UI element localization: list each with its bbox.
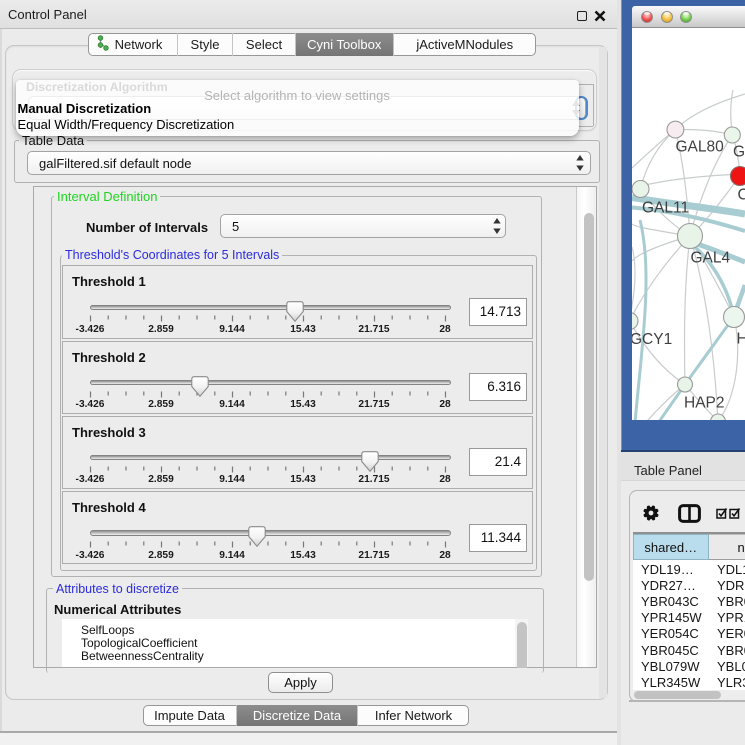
svg-text:GAL11: GAL11 xyxy=(642,200,689,217)
svg-text:HAP2: HAP2 xyxy=(684,395,725,412)
svg-text:GAL80: GAL80 xyxy=(676,139,725,156)
svg-text:GA: GA xyxy=(733,144,745,161)
svg-text:H: H xyxy=(737,331,745,348)
svg-text:GCY1: GCY1 xyxy=(632,331,672,348)
svg-text:C: C xyxy=(738,187,745,204)
svg-text:GAL4: GAL4 xyxy=(691,250,731,267)
